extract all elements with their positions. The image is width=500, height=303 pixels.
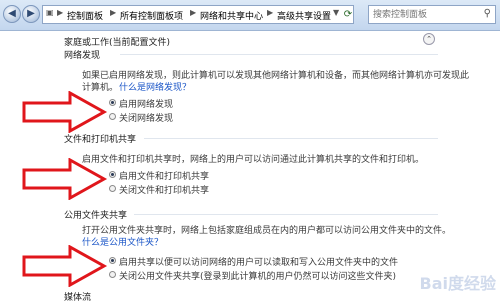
- radio-enable-network-discovery[interactable]: [109, 99, 116, 106]
- breadcrumb-separator: ▶: [57, 8, 64, 17]
- address-field[interactable]: ▣ ▶ 控制面板 ▶ 所有控制面板项 ▶ 网络和共享中心 ▶ 高级共享设置 ▼: [42, 5, 354, 24]
- section-title-file-printer-sharing: 文件和打印机共享: [64, 135, 137, 145]
- section-title-public-folder-sharing: 公用文件夹共享: [64, 211, 128, 221]
- network-discovery-help-link[interactable]: 什么是网络发现？: [119, 80, 191, 93]
- back-arrow-icon: ◀: [8, 8, 16, 19]
- breadcrumb-all-items[interactable]: 所有控制面板项: [120, 9, 183, 22]
- option-label-disable-public-folder-sharing[interactable]: 关闭公用文件夹共享(登录到此计算机的用户仍然可以访问这些文件夹): [119, 269, 396, 282]
- watermark: Bai度经验: [419, 274, 496, 293]
- control-panel-icon: ▣: [46, 8, 54, 17]
- option-label-enable-public-folder-sharing[interactable]: 启用共享以便可以访问网络的用户可以读取和写入公用文件夹中的文件: [119, 255, 398, 268]
- chevron-up-icon: ⌃: [426, 35, 432, 43]
- section-divider: [120, 54, 438, 55]
- radio-disable-public-folder-sharing[interactable]: [109, 271, 116, 278]
- annotation-arrow-3: [22, 245, 108, 287]
- search-field[interactable]: ⚲: [368, 5, 496, 24]
- profile-title: 家庭或工作(当前配置文件): [64, 38, 171, 48]
- section-divider: [134, 214, 438, 215]
- section-divider: [144, 138, 438, 139]
- option-label-disable-network-discovery[interactable]: 关闭网络发现: [119, 111, 173, 124]
- file-printer-sharing-description: 启用文件和打印机共享时，网络上的用户可以访问通过此计算机共享的文件和打印机。: [82, 155, 425, 165]
- back-button[interactable]: ◀: [3, 5, 21, 23]
- breadcrumb-separator[interactable]: ▶: [110, 8, 116, 17]
- radio-enable-public-folder-sharing[interactable]: [109, 257, 116, 264]
- option-label-disable-file-printer-sharing[interactable]: 关闭文件和打印机共享: [119, 183, 209, 196]
- search-icon[interactable]: ⚲: [484, 8, 491, 19]
- collapse-button[interactable]: ⌃: [423, 33, 435, 45]
- section-title-media-streaming: 媒体流: [64, 293, 92, 303]
- annotation-arrow-2: [22, 158, 108, 200]
- breadcrumb-separator[interactable]: ▶: [190, 8, 196, 17]
- settings-content: 家庭或工作(当前配置文件) ⌃ 网络发现 如果已启用网络发现，则此计算机可以发现…: [0, 31, 500, 303]
- address-bar: ◀ ▶ ▣ ▶ 控制面板 ▶ 所有控制面板项 ▶ 网络和共享中心 ▶ 高级共享设…: [0, 0, 500, 31]
- section-title-network-discovery: 网络发现: [64, 51, 101, 61]
- radio-disable-network-discovery[interactable]: [109, 113, 116, 120]
- search-input[interactable]: [373, 7, 473, 22]
- option-label-enable-file-printer-sharing[interactable]: 启用文件和打印机共享: [119, 169, 209, 182]
- radio-enable-file-printer-sharing[interactable]: [109, 171, 116, 178]
- option-label-enable-network-discovery[interactable]: 启用网络发现: [119, 97, 173, 110]
- forward-button[interactable]: ▶: [22, 5, 40, 23]
- radio-disable-file-printer-sharing[interactable]: [109, 185, 116, 192]
- dropdown-arrow-icon[interactable]: ▼: [333, 8, 339, 17]
- refresh-button[interactable]: ⟳: [340, 6, 356, 23]
- breadcrumb-network-center[interactable]: 网络和共享中心: [200, 9, 263, 22]
- annotation-arrow-1: [22, 91, 108, 133]
- breadcrumb-advanced-sharing[interactable]: 高级共享设置: [277, 9, 331, 22]
- breadcrumb-separator[interactable]: ▶: [267, 8, 273, 17]
- refresh-icon: ⟳: [343, 9, 353, 20]
- breadcrumb-control-panel[interactable]: 控制面板: [67, 9, 103, 22]
- forward-arrow-icon: ▶: [27, 8, 35, 19]
